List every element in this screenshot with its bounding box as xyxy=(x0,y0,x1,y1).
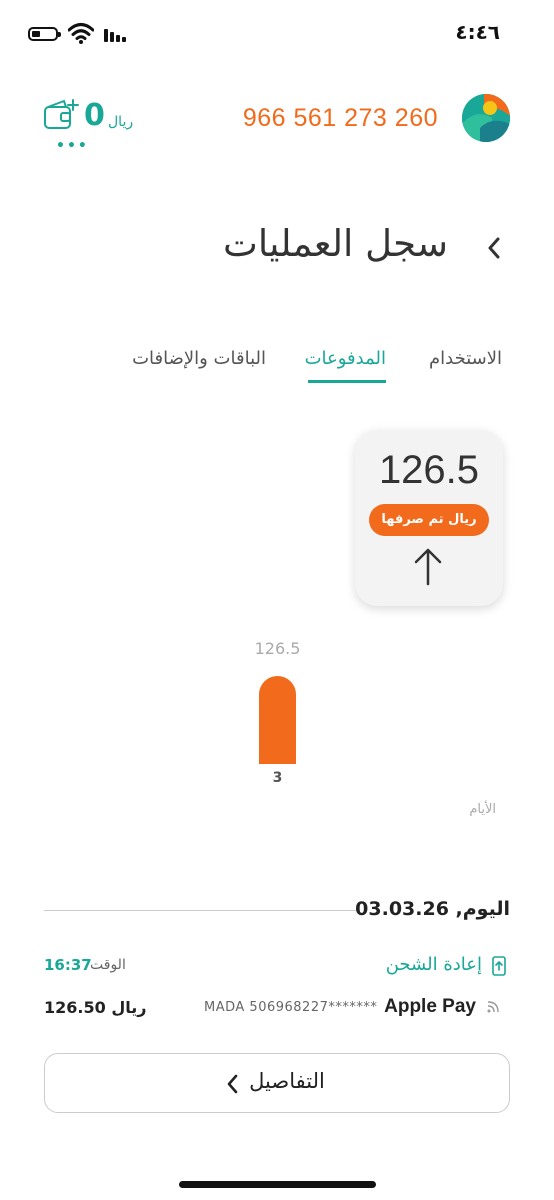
card-number: MADA 506968227******* xyxy=(204,1000,378,1015)
balance-unit: ريال xyxy=(108,114,134,130)
spent-label-badge: ريال تم صرفها xyxy=(369,504,489,536)
payment-method: Apple Pay xyxy=(384,996,476,1017)
details-button[interactable]: التفاصيل xyxy=(44,1053,510,1113)
details-button-label: التفاصيل xyxy=(249,1069,325,1093)
date-label: اليوم, 03.03.26 xyxy=(355,898,510,920)
tab-usage[interactable]: الاستخدام xyxy=(429,348,502,369)
wallet-add-icon[interactable] xyxy=(44,98,80,132)
status-time: ٤:٤٦ xyxy=(455,20,500,44)
chart-x-tick-label: 3 xyxy=(273,770,283,786)
transaction-type: إعادة الشحن xyxy=(385,954,482,975)
time-label: الوقت xyxy=(90,957,126,973)
time-value: 16:37 xyxy=(44,956,92,974)
chart-x-axis-label: الأيام xyxy=(469,802,496,817)
recharge-icon xyxy=(492,956,506,976)
transaction-amount: 126.50 ريال xyxy=(44,998,147,1017)
battery-icon xyxy=(28,27,61,41)
payments-chart: 126.53 xyxy=(255,639,301,786)
chart-data-label: 126.5 xyxy=(255,639,301,658)
tab-active-indicator xyxy=(308,380,386,383)
wallet-more-dots[interactable]: ••• xyxy=(56,138,89,154)
phone-number: 966 561 273 260 xyxy=(242,104,438,132)
avatar[interactable] xyxy=(462,94,510,142)
chart-bar[interactable] xyxy=(259,676,296,764)
spent-summary-card: 126.5 ريال تم صرفها xyxy=(355,430,503,606)
balance-value: 0 xyxy=(84,98,105,133)
wifi-icon xyxy=(68,23,94,44)
contactless-icon xyxy=(487,1001,499,1013)
home-indicator[interactable] xyxy=(179,1181,376,1188)
date-divider xyxy=(44,910,358,911)
spent-value: 126.5 xyxy=(378,448,480,492)
page-title: سجل العمليات xyxy=(223,222,448,265)
tab-payments[interactable]: المدفوعات xyxy=(305,348,386,369)
back-chevron-icon[interactable] xyxy=(484,234,504,262)
chevron-left-icon xyxy=(227,1074,238,1094)
tab-bundles-addons[interactable]: الباقات والإضافات xyxy=(132,348,266,369)
cellular-signal-icon xyxy=(104,29,126,42)
arrow-up-icon xyxy=(414,548,442,586)
avatar-logo-icon xyxy=(462,94,510,142)
